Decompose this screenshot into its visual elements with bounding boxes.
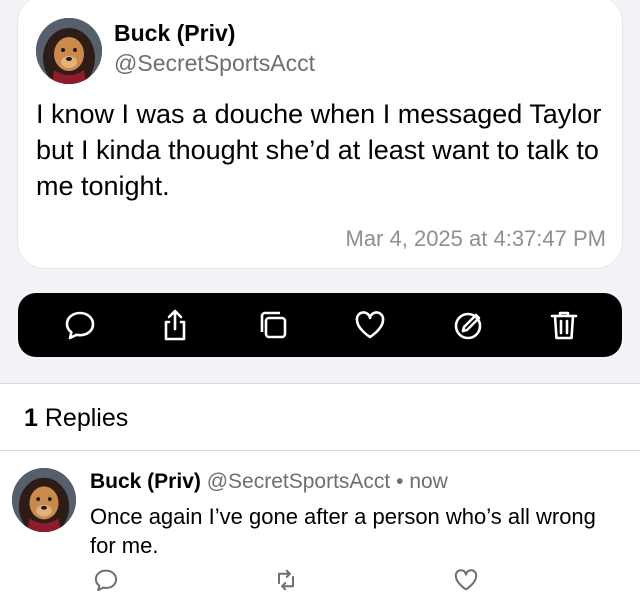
replies-label: Replies <box>44 404 129 432</box>
edit-icon[interactable] <box>450 307 486 343</box>
reply-text: Once again I’ve gone after a person who’… <box>90 504 596 558</box>
share-icon[interactable] <box>157 307 193 343</box>
post-author-name[interactable]: Buck (Priv) <box>114 20 235 47</box>
avatar[interactable] <box>12 468 76 532</box>
copy-icon[interactable] <box>255 307 291 343</box>
replies-header: 1 Replies <box>24 404 128 433</box>
reply-time: now <box>409 470 448 493</box>
post-action-toolbar <box>18 293 622 357</box>
reply-like-icon[interactable] <box>452 566 480 594</box>
delete-icon[interactable] <box>546 307 582 343</box>
meta-separator: • <box>396 470 404 493</box>
avatar[interactable] <box>36 18 102 84</box>
replies-count: 1 <box>24 404 38 432</box>
post-author-handle[interactable]: @SecretSportsAcct <box>114 50 315 77</box>
post-text: I know I was a douche when I messaged Ta… <box>36 99 602 201</box>
divider <box>0 450 640 451</box>
reply-meta: Buck (Priv) @SecretSportsAcct • now <box>90 470 448 494</box>
reply-icon[interactable] <box>62 307 98 343</box>
divider <box>0 383 640 384</box>
post-timestamp: Mar 4, 2025 at 4:37:47 PM <box>345 226 607 251</box>
reply-comment-icon[interactable] <box>92 566 120 594</box>
repost-icon[interactable] <box>272 566 300 594</box>
like-icon[interactable] <box>352 307 388 343</box>
reply-author-name[interactable]: Buck (Priv) <box>90 470 201 493</box>
reply-author-handle[interactable]: @SecretSportsAcct <box>207 470 391 493</box>
